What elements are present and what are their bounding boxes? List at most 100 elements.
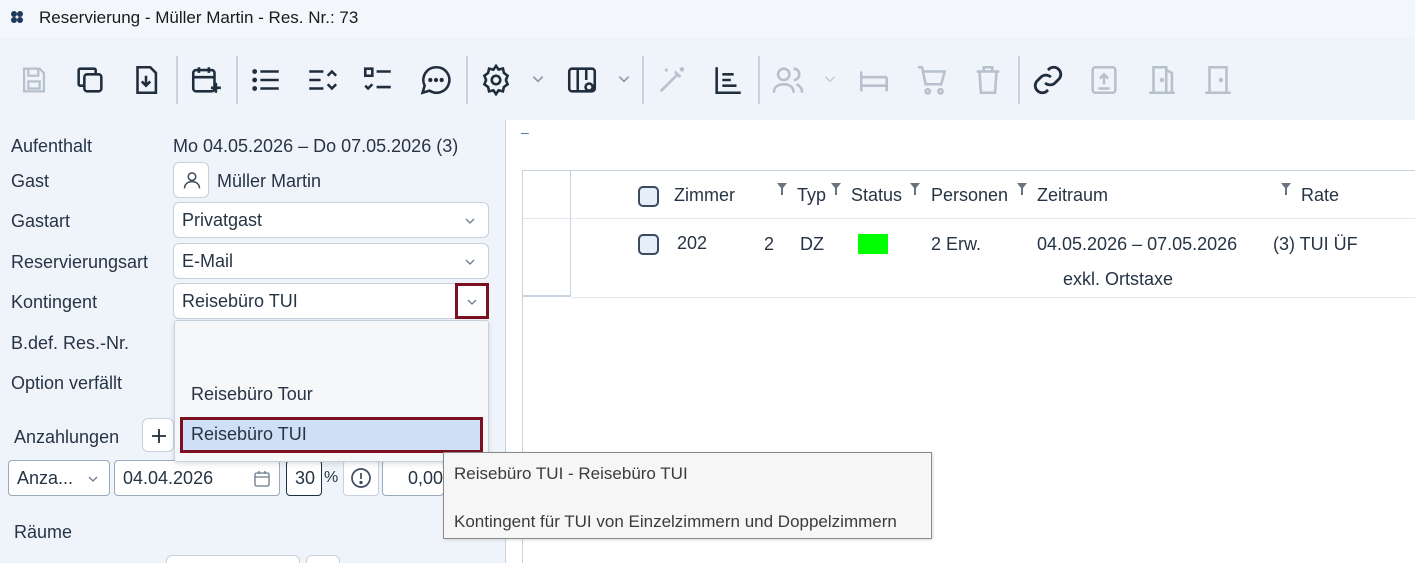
cart-button[interactable]: [912, 58, 952, 102]
checklist-button[interactable]: [358, 58, 398, 102]
trash-icon: [976, 65, 1000, 95]
upload-button[interactable]: [1084, 58, 1124, 102]
contingent-dropdown-toggle[interactable]: [455, 283, 489, 319]
person-icon: [183, 172, 201, 189]
door-icon: [1205, 65, 1231, 95]
copy-button[interactable]: [70, 58, 110, 102]
stay-value: Mo 04.05.2026 – Do 07.05.2026 (3): [173, 136, 459, 156]
chevron-down-icon[interactable]: [617, 72, 631, 86]
column-header-zeitraum[interactable]: Zeitraum: [1037, 185, 1108, 206]
chevron-down-icon: [465, 218, 475, 224]
copy-icon: [77, 67, 103, 93]
rooms-button[interactable]: [306, 555, 340, 563]
collapse-marker[interactable]: –: [521, 124, 529, 140]
info-alert-icon: [351, 468, 371, 488]
deposit-date-value: 04.04.2026: [123, 468, 214, 488]
column-header-rate[interactable]: Rate: [1301, 185, 1339, 206]
row-checkbox[interactable]: [638, 234, 659, 255]
link-icon: [1033, 65, 1063, 95]
guest-label: Gast: [11, 171, 50, 191]
chevron-down-icon: [467, 299, 477, 305]
guest-type-label: Gastart: [11, 211, 71, 231]
people-button[interactable]: [768, 58, 808, 102]
status-indicator: [858, 234, 888, 254]
column-header-zimmer[interactable]: Zimmer: [674, 185, 735, 206]
dropdown-option-empty[interactable]: [175, 325, 488, 361]
filter-icon[interactable]: [1017, 183, 1027, 195]
filter-icon[interactable]: [910, 183, 920, 195]
download-button[interactable]: [126, 58, 166, 102]
sort-list-button[interactable]: [302, 58, 342, 102]
magic-wand-button[interactable]: [652, 58, 692, 102]
calendar-add-button[interactable]: [186, 58, 226, 102]
column-header-personen[interactable]: Personen: [931, 185, 1008, 206]
contingent-label: Kontingent: [11, 292, 98, 312]
guest-type-select[interactable]: Privatgast: [173, 202, 489, 238]
cart-icon: [917, 65, 947, 95]
filter-icon[interactable]: [1281, 183, 1291, 195]
gear-icon: [482, 63, 510, 97]
app-logo-icon: [11, 11, 23, 23]
stay-label: Aufenthalt: [11, 136, 93, 156]
download-icon: [136, 65, 158, 95]
layout-settings-button[interactable]: [562, 58, 602, 102]
deposit-info-button[interactable]: [343, 460, 379, 496]
reservation-type-value: E-Mail: [182, 251, 234, 271]
list-icon: [252, 69, 279, 91]
cell-type: DZ: [800, 234, 824, 254]
chart-list-icon: [715, 67, 741, 95]
magic-wand-icon: [659, 67, 685, 93]
save-icon: [22, 67, 46, 93]
add-deposit-button[interactable]: [142, 418, 174, 452]
cell-period-note: exkl. Ortstaxe: [1063, 269, 1174, 289]
chat-button[interactable]: [416, 58, 456, 102]
delete-button[interactable]: [968, 58, 1008, 102]
window-title: Reservierung - Müller Martin - Res. Nr.:…: [39, 8, 359, 27]
title-bar: Reservierung - Müller Martin - Res. Nr.:…: [0, 0, 1415, 38]
percent-symbol: %: [324, 469, 339, 486]
deposit-percent-value: 30: [295, 468, 316, 488]
column-header-status[interactable]: Status: [851, 185, 902, 206]
dropdown-option-reisebuero-tour[interactable]: Reisebüro Tour: [191, 384, 313, 405]
check-in-button[interactable]: [1142, 58, 1182, 102]
select-all-checkbox[interactable]: [638, 186, 659, 207]
sort-list-icon: [309, 69, 338, 91]
chat-icon: [420, 65, 451, 95]
cell-persons: 2 Erw.: [931, 234, 982, 254]
save-button[interactable]: [14, 58, 54, 102]
bed-icon: [859, 71, 889, 92]
contingent-select[interactable]: Reisebüro TUI: [173, 283, 489, 319]
chevron-down-icon[interactable]: [531, 72, 545, 86]
settings-button[interactable]: [476, 58, 516, 102]
upload-icon: [1091, 65, 1117, 95]
check-out-button[interactable]: [1198, 58, 1238, 102]
column-header-typ[interactable]: Typ: [797, 185, 826, 206]
tooltip-title: Reisebüro TUI - Reisebüro TUI: [454, 464, 688, 483]
filter-icon[interactable]: [831, 183, 841, 195]
guest-type-value: Privatgast: [182, 210, 263, 230]
bed-button[interactable]: [854, 58, 894, 102]
deposit-amount-value: 0,00: [407, 468, 443, 488]
cell-period: 04.05.2026 – 07.05.2026: [1037, 234, 1238, 254]
deposit-date-input[interactable]: 04.04.2026: [114, 460, 280, 496]
deposit-amount-input[interactable]: 0,00: [382, 460, 444, 496]
cell-room: 202: [677, 233, 708, 253]
option-expires-label: Option verfällt: [11, 373, 123, 393]
list-button[interactable]: [246, 58, 286, 102]
guest-name[interactable]: Müller Martin: [217, 171, 321, 192]
dropdown-option-reisebuero-tui[interactable]: Reisebüro TUI: [180, 417, 483, 453]
contingent-tooltip: Reisebüro TUI - Reisebüro TUI Kontingent…: [443, 452, 932, 539]
guest-profile-button[interactable]: [173, 162, 209, 198]
rooms-field[interactable]: [166, 555, 300, 563]
filter-icon[interactable]: [777, 183, 787, 195]
deposit-type-select[interactable]: Anza...: [8, 460, 110, 496]
deposit-percent-input[interactable]: 30: [286, 460, 322, 496]
door-open-icon: [1149, 65, 1175, 95]
chevron-down-icon[interactable]: [823, 72, 837, 86]
ref-number-label: B.def. Res.-Nr.: [11, 333, 130, 353]
calendar-add-icon: [191, 67, 221, 93]
link-button[interactable]: [1028, 58, 1068, 102]
deposit-type-value: Anza...: [17, 468, 74, 488]
reservation-type-select[interactable]: E-Mail: [173, 243, 489, 279]
chart-list-button[interactable]: [708, 58, 748, 102]
